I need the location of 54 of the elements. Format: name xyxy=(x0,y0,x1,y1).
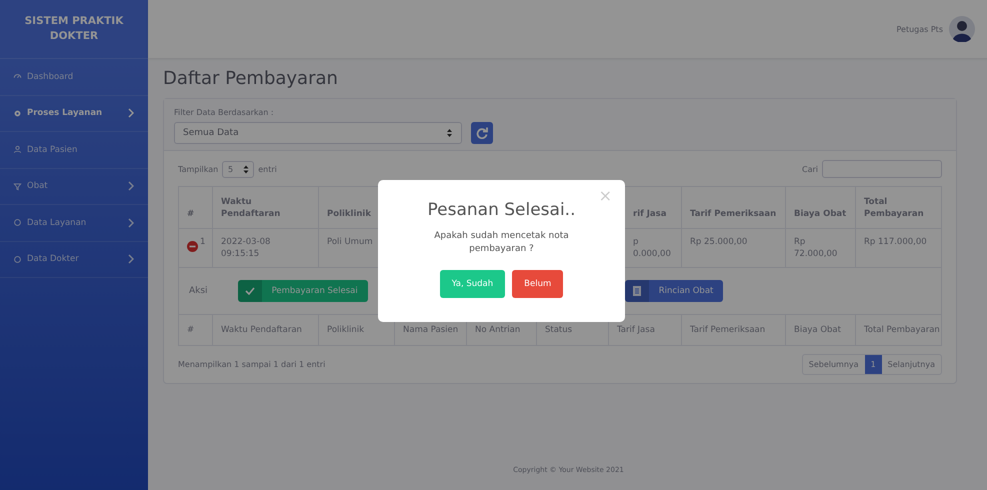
entries-label: entri xyxy=(258,164,277,174)
previous-link[interactable]: Sebelumnya xyxy=(802,355,865,374)
modal-title: Pesanan Selesai.. xyxy=(428,200,576,220)
modal-message: Apakah sudah mencetak nota pembayaran ? xyxy=(433,230,570,256)
gear-icon xyxy=(13,108,22,118)
sidebar-item[interactable]: Proses Layanan xyxy=(0,96,148,132)
circle-icon xyxy=(13,254,22,264)
action-label: Aksi xyxy=(189,286,208,296)
user-name: Petugas Pts xyxy=(896,24,943,34)
dialog-button[interactable]: Belum xyxy=(512,270,564,298)
table-cell: 2022-03-08 09:15:15 xyxy=(213,229,319,267)
column-header[interactable]: # xyxy=(179,187,213,228)
list-icon xyxy=(632,286,641,296)
column-footer: Tarif Pemeriksaan xyxy=(682,315,786,345)
length-select[interactable]: 5 xyxy=(222,160,254,178)
dropdown-arrows-icon xyxy=(446,128,453,138)
sidebar-item[interactable]: Data Pasien xyxy=(0,132,148,168)
column-header[interactable]: Tarif Pemeriksaan xyxy=(682,187,786,228)
sidebar-item[interactable]: Obat xyxy=(0,168,148,205)
table-cell: Rp 25.000,00 xyxy=(682,229,786,267)
action-button[interactable]: Rincian Obat xyxy=(624,280,724,302)
sidebar-item[interactable]: Dashboard xyxy=(0,59,148,96)
column-footer: Total Pembayaran xyxy=(856,315,941,345)
funnel-icon xyxy=(13,182,22,191)
column-header[interactable]: Biaya Obat xyxy=(786,187,856,228)
table-info: Menampilkan 1 sampai 1 dari 1 entri xyxy=(178,360,326,369)
collapse-icon[interactable] xyxy=(187,241,198,252)
refresh-icon xyxy=(476,127,488,139)
next-link[interactable]: Selanjutnya xyxy=(882,355,941,374)
search-label: Cari xyxy=(802,164,818,174)
action-button[interactable]: Pembayaran Selesai xyxy=(238,280,368,302)
column-footer: Waktu Pendaftaran xyxy=(213,315,319,345)
search-field[interactable] xyxy=(822,160,942,178)
page-link[interactable]: 1 xyxy=(864,355,882,374)
avatar-icon xyxy=(949,16,975,42)
user-icon xyxy=(13,145,22,154)
column-header[interactable]: Total Pembayaran xyxy=(856,187,941,228)
table-cell: Rp 72.000,00 xyxy=(786,229,856,267)
table-cell-text: Rp 117.000,00 xyxy=(863,236,928,249)
sidebar-item[interactable]: Data Layanan xyxy=(0,205,148,242)
column-footer: Biaya Obat xyxy=(786,315,856,345)
sidebar-item[interactable]: Data Dokter xyxy=(0,242,148,278)
check-icon xyxy=(244,287,255,295)
refresh-button[interactable] xyxy=(471,122,493,144)
page-title: Daftar Pembayaran xyxy=(163,68,339,90)
column-footer: # xyxy=(179,315,213,345)
dropdown-arrows-icon xyxy=(242,164,249,174)
dialog-button[interactable]: Ya, Sudah xyxy=(440,270,506,298)
table-cell: 1 xyxy=(200,236,206,248)
column-header[interactable]: Waktu Pendaftaran xyxy=(213,187,319,228)
filter-label: Filter Data Berdasarkan : xyxy=(174,108,275,117)
show-label: Tampilkan xyxy=(178,164,218,174)
filter-select[interactable]: Semua Data xyxy=(174,122,462,144)
circle-icon xyxy=(13,218,22,228)
